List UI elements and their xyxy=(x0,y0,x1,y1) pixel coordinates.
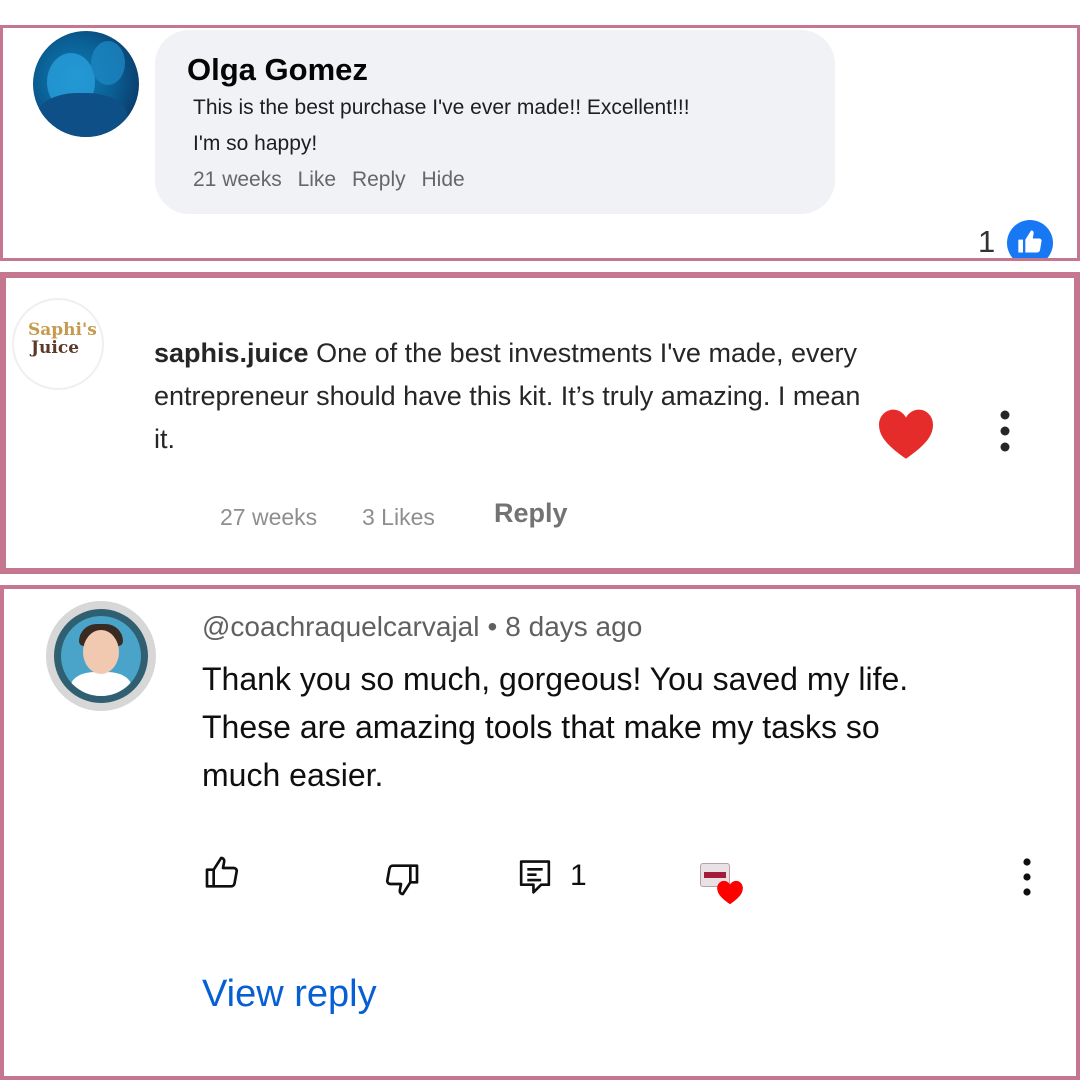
avatar-logo-bottom: Juice xyxy=(31,338,80,358)
reply-button[interactable]: Reply xyxy=(494,498,568,529)
view-reply-link[interactable]: View reply xyxy=(202,973,377,1016)
instagram-comment-panel: Saphi's Juice saphis.juice One of the be… xyxy=(0,272,1080,574)
comment-text-line-2: I'm so happy! xyxy=(193,132,318,155)
likes-count[interactable]: 3 Likes xyxy=(362,504,435,531)
comment-timestamp[interactable]: 21 weeks xyxy=(193,168,282,191)
comment-header: @coachraquelcarvajal • 8 days ago xyxy=(202,611,642,643)
comment-actions: 21 weeks Like Reply Hide xyxy=(193,168,475,192)
comment-text-block: saphis.juice One of the best investments… xyxy=(154,332,864,461)
reply-link[interactable]: Reply xyxy=(352,168,406,191)
avatar[interactable]: Saphi's Juice xyxy=(12,298,104,390)
commenter-username[interactable]: saphis.juice xyxy=(154,338,309,368)
reply-count[interactable]: 1 xyxy=(570,859,587,893)
reaction-count[interactable]: 1 xyxy=(978,224,995,258)
like-link[interactable]: Like xyxy=(298,168,337,191)
creator-heart-icon xyxy=(696,859,748,909)
thumbs-down-icon[interactable] xyxy=(382,859,422,904)
comment-timestamp[interactable]: 8 days ago xyxy=(505,611,642,642)
facebook-comment-panel: Olga Gomez This is the best purchase I'v… xyxy=(0,25,1080,261)
separator: • xyxy=(487,611,498,642)
avatar[interactable] xyxy=(46,601,156,711)
heart-icon[interactable] xyxy=(876,406,936,465)
hide-link[interactable]: Hide xyxy=(421,168,464,191)
more-options-icon[interactable] xyxy=(1022,857,1032,902)
comment-text: Thank you so much, gorgeous! You saved m… xyxy=(202,661,909,793)
comment-bubble: Olga Gomez This is the best purchase I'v… xyxy=(155,30,835,214)
thumbs-up-icon[interactable] xyxy=(202,853,242,898)
comment-reply-icon[interactable] xyxy=(516,857,554,902)
channel-handle[interactable]: @coachraquelcarvajal xyxy=(202,611,479,642)
thumbs-up-icon[interactable] xyxy=(1007,220,1053,258)
avatar-logo-top: Saphi's xyxy=(28,320,97,340)
comment-timestamp[interactable]: 27 weeks xyxy=(220,504,317,531)
comment-text-line-1: This is the best purchase I've ever made… xyxy=(193,96,690,119)
youtube-comment-panel: @coachraquelcarvajal • 8 days ago Thank yo… xyxy=(0,585,1080,1080)
avatar[interactable] xyxy=(33,31,139,137)
more-options-icon[interactable] xyxy=(1000,410,1010,457)
commenter-name[interactable]: Olga Gomez xyxy=(187,52,368,88)
